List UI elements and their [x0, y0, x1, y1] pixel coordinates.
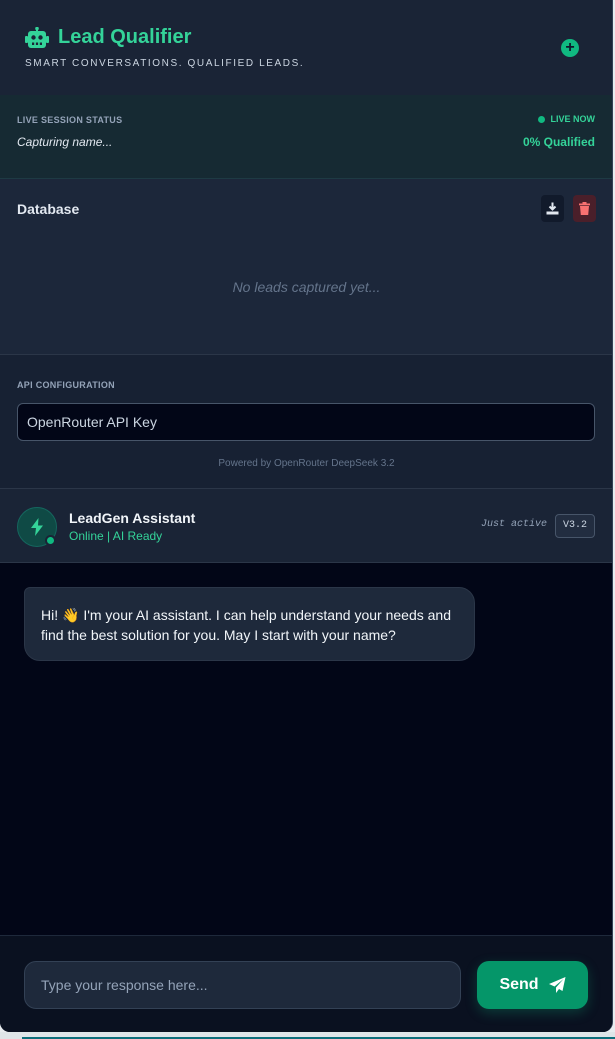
app-subtitle: SMART CONVERSATIONS. QUALIFIED LEADS.: [25, 58, 305, 69]
app-window: Lead Qualifier SMART CONVERSATIONS. QUAL…: [0, 0, 613, 1032]
download-button[interactable]: [541, 195, 564, 222]
robot-icon: [25, 26, 49, 49]
database-panel: Database No leads captured yet...: [0, 179, 612, 355]
assistant-bar: LeadGen Assistant Online | AI Ready Just…: [0, 489, 612, 563]
live-dot-icon: [537, 115, 545, 123]
session-status-panel: LIVE SESSION STATUS LIVE NOW Capturing n…: [0, 95, 612, 179]
message-input[interactable]: [24, 961, 461, 1009]
download-icon: [546, 202, 559, 215]
database-title: Database: [17, 201, 80, 217]
bolt-icon: [31, 518, 43, 536]
last-active-text: Just active: [480, 519, 547, 530]
assistant-message-bubble: Hi! 👋 I'm your AI assistant. I can help …: [24, 587, 475, 661]
plus-circle-icon: +: [565, 39, 575, 56]
trash-icon: [579, 202, 590, 215]
database-empty-text: No leads captured yet...: [232, 279, 381, 295]
header: Lead Qualifier SMART CONVERSATIONS. QUAL…: [0, 0, 612, 95]
paper-plane-icon: [548, 977, 566, 993]
api-config-panel: API CONFIGURATION Powered by OpenRouter …: [0, 355, 612, 489]
live-badge-label: LIVE NOW: [550, 114, 596, 124]
powered-by-text: Powered by OpenRouter DeepSeek 3.2: [218, 458, 395, 469]
api-key-input[interactable]: [17, 403, 595, 441]
api-config-label: API CONFIGURATION: [17, 380, 115, 390]
send-button-label: Send: [499, 976, 539, 993]
delete-button[interactable]: [573, 195, 596, 222]
assistant-status: Online | AI Ready: [69, 529, 163, 543]
composer: Send: [0, 935, 612, 1032]
session-status-label: LIVE SESSION STATUS: [17, 115, 123, 125]
live-badge: LIVE NOW: [537, 114, 596, 124]
app-title: Lead Qualifier: [58, 26, 192, 48]
chat-area: Hi! 👋 I'm your AI assistant. I can help …: [0, 563, 612, 935]
new-session-button[interactable]: +: [561, 39, 579, 57]
send-button[interactable]: Send: [477, 961, 588, 1009]
session-status-text: Capturing name...: [17, 135, 113, 149]
version-badge: V3.2: [555, 514, 595, 538]
window-bottom-edge: [0, 1032, 615, 1039]
assistant-name: LeadGen Assistant: [69, 510, 196, 526]
qualified-percentage: 0% Qualified: [522, 135, 595, 149]
online-indicator-icon: [45, 535, 56, 546]
